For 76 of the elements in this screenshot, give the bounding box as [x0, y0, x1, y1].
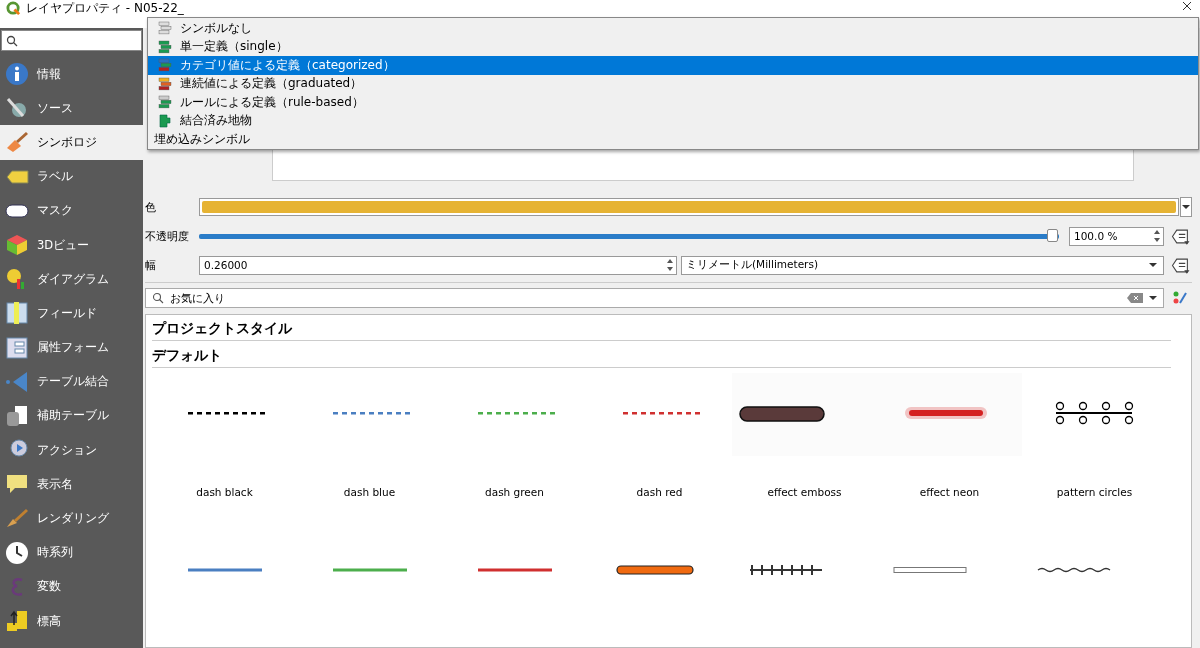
search-icon	[152, 292, 164, 304]
triangle-icon	[5, 369, 29, 394]
field-label: 幅	[145, 257, 157, 273]
clock-icon	[5, 540, 29, 565]
sidebar-item[interactable]: フィールド	[0, 296, 143, 331]
sidebar-item[interactable]: 属性フォーム	[0, 330, 143, 365]
elevation-icon	[5, 609, 29, 634]
sidebar-item[interactable]: 3Dビュー	[0, 227, 143, 263]
sidebar-item[interactable]: 標高	[0, 604, 143, 639]
tick-line-symbol[interactable]	[750, 565, 822, 575]
sidebar-item[interactable]: 情報	[0, 57, 143, 92]
sidebar-item[interactable]: 変数	[0, 569, 143, 604]
group-heading: デフォルト	[152, 346, 1171, 368]
spin-arrows-icon	[1153, 228, 1161, 244]
circle-pattern-symbol[interactable]	[1055, 401, 1134, 425]
sidebar-item[interactable]: 補助テーブル	[0, 398, 143, 434]
layers-icon	[158, 95, 172, 110]
sidebar-item[interactable]: シンボロジ	[0, 125, 143, 160]
caret-icon[interactable]	[1149, 296, 1157, 300]
sidebar-item[interactable]: ラベル	[0, 159, 143, 194]
field-label: 不透明度	[145, 228, 190, 244]
menu-item[interactable]: 連続値による定義（graduated）	[148, 74, 1198, 93]
empty-layers-icon	[158, 21, 172, 36]
symbol-name: dash blue	[343, 486, 396, 498]
puzzle-icon	[158, 113, 172, 128]
table-icon	[5, 301, 29, 326]
search-icon	[6, 34, 18, 47]
clear-icon[interactable]	[1127, 293, 1143, 303]
sidebar-item[interactable]: ダイアグラム	[0, 262, 143, 297]
logo-icon	[6, 1, 21, 16]
data-defined-icon[interactable]	[1170, 256, 1192, 274]
dashed-line-symbol[interactable]	[188, 412, 265, 415]
menu-item[interactable]: 単一定義（single）	[148, 37, 1198, 56]
menu-item[interactable]: シンボルなし	[148, 19, 1198, 38]
group-heading: プロジェクトスタイル	[152, 319, 1171, 341]
form-icon	[5, 335, 29, 360]
menu-item[interactable]: ルールによる定義（rule-based）	[148, 93, 1198, 112]
sidebar-item[interactable]: レンダリング	[0, 501, 143, 536]
database-icon	[5, 403, 29, 428]
symbol-name: dash red	[636, 486, 683, 498]
symbol-search-field[interactable]: お気に入り	[145, 288, 1164, 308]
style-manager-icon[interactable]	[1172, 290, 1188, 306]
sidebar-item[interactable]: ソース	[0, 91, 143, 126]
symbol-name: dash black	[196, 486, 253, 498]
symbol-name: dash green	[485, 486, 544, 498]
unit-dropdown[interactable]: ミリメートル(Millimeters)	[681, 255, 1164, 275]
wavy-line-symbol[interactable]	[1037, 567, 1111, 573]
sidebar-item[interactable]: 時系列	[0, 535, 143, 570]
paintbrush-icon	[5, 130, 29, 155]
caret-icon	[1182, 205, 1190, 209]
window-title: レイヤプロパティ - N05-22_	[26, 1, 184, 16]
field-label: 色	[145, 199, 157, 215]
symbol-name: effect emboss	[767, 486, 842, 498]
menu-item[interactable]: カテゴリ値による定義（categorized）	[148, 56, 1198, 75]
dropdown-button[interactable]	[1180, 197, 1192, 217]
menu-item[interactable]: 埋め込みシンボル	[148, 130, 1198, 149]
data-defined-icon[interactable]	[1170, 227, 1192, 245]
sidebar-item[interactable]: マスク	[0, 193, 143, 228]
slider-handle[interactable]	[1047, 228, 1058, 242]
search-field[interactable]	[1, 30, 142, 51]
layers-icon	[158, 58, 172, 73]
width-spinbox[interactable]: 0.26000	[199, 255, 677, 275]
layers-icon	[158, 39, 172, 54]
symbol-name: effect neon	[919, 486, 980, 498]
cube-icon	[5, 233, 29, 258]
layers-icon	[158, 76, 172, 91]
close-icon[interactable]	[1182, 1, 1192, 11]
sidebar-item[interactable]: 表示名	[0, 467, 143, 502]
spin-arrows-icon	[666, 257, 674, 273]
opacity-spinbox[interactable]: 100.0 %	[1069, 226, 1164, 246]
info-icon	[5, 62, 29, 87]
sidebar-item[interactable]: テーブル結合	[0, 364, 143, 399]
caret-icon	[1149, 263, 1157, 267]
menu-item[interactable]: 結合済み地物	[148, 111, 1198, 130]
sidebar-item[interactable]: アクション	[0, 433, 143, 468]
symbol-name: pattern circles	[1056, 486, 1133, 498]
